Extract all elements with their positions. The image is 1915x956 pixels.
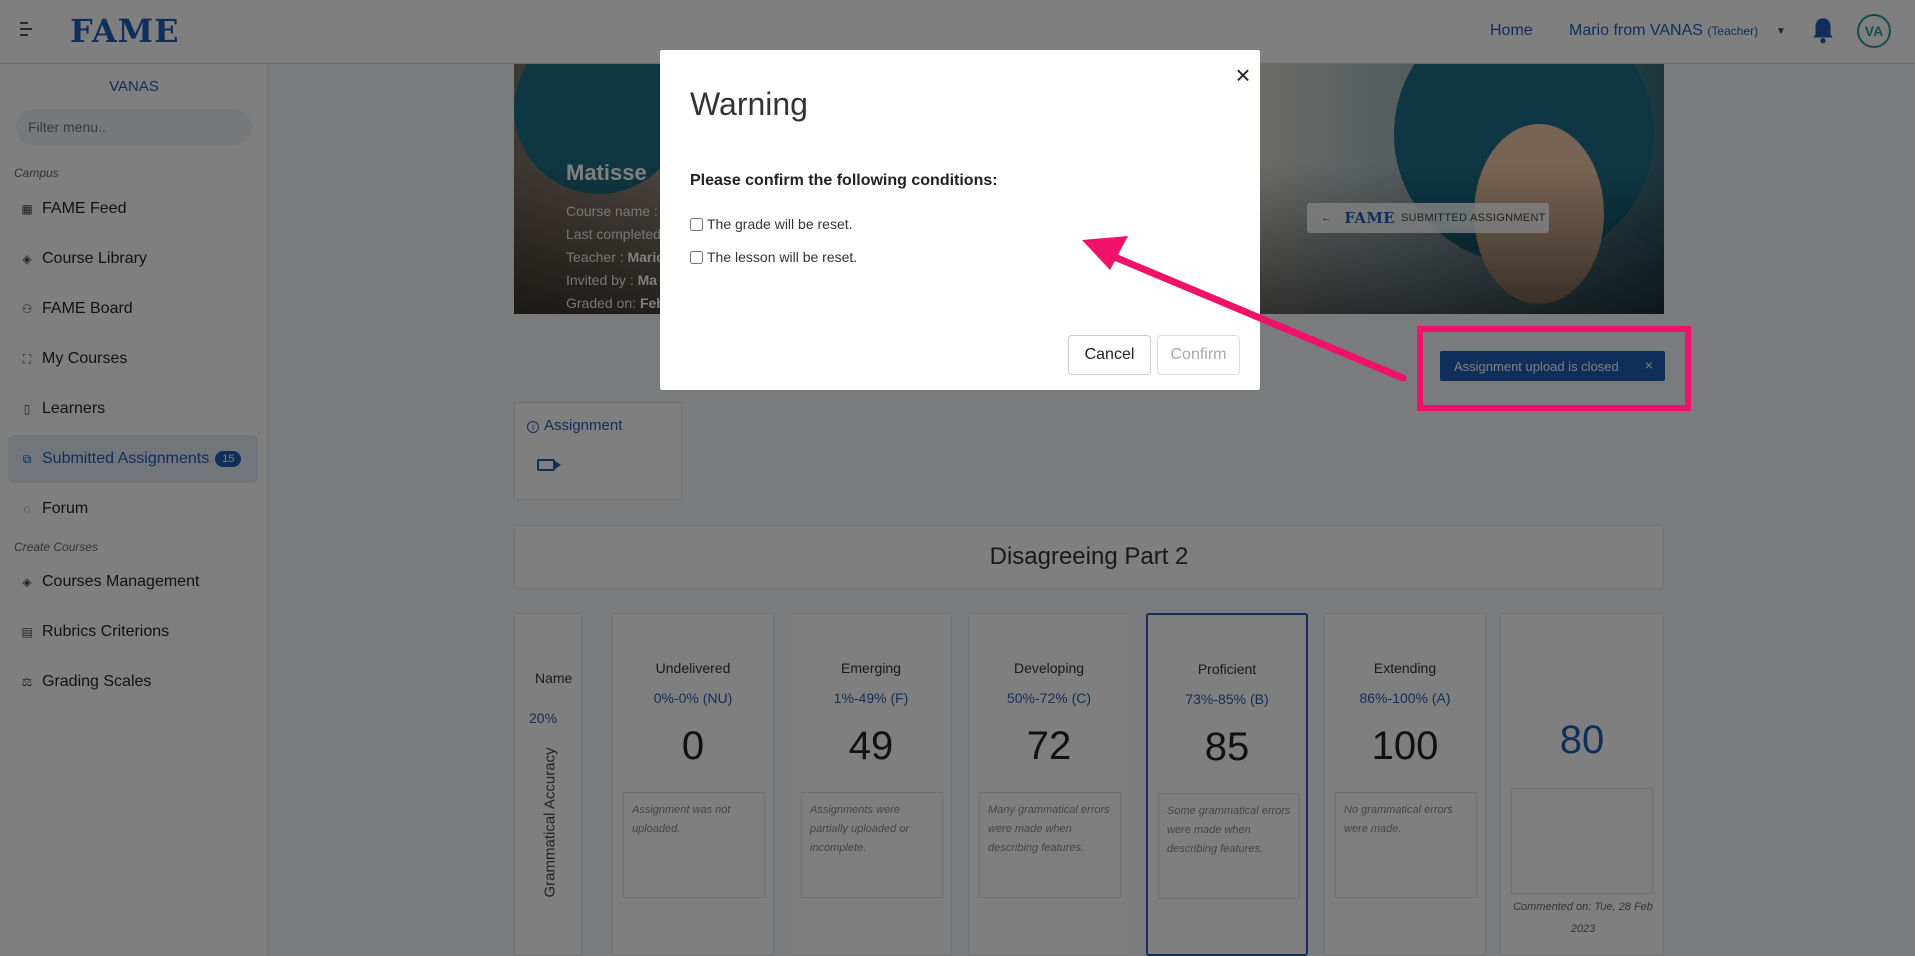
modal-subtitle: Please confirm the following conditions: xyxy=(690,172,998,189)
close-icon[interactable]: × xyxy=(1228,60,1258,90)
modal-title: Warning xyxy=(690,86,808,122)
condition-label: The lesson will be reset. xyxy=(707,249,858,265)
warning-modal: Warning × Please confirm the following c… xyxy=(660,50,1260,390)
cancel-button[interactable]: Cancel xyxy=(1068,335,1151,375)
condition-label: The grade will be reset. xyxy=(707,216,853,232)
condition-checkbox[interactable] xyxy=(690,217,703,231)
condition-lesson-reset[interactable]: The lesson will be reset. xyxy=(690,249,857,265)
condition-checkbox[interactable] xyxy=(690,250,703,264)
annotation-highlight-box xyxy=(1417,326,1691,411)
confirm-button[interactable]: Confirm xyxy=(1157,335,1240,375)
condition-grade-reset[interactable]: The grade will be reset. xyxy=(690,216,853,232)
